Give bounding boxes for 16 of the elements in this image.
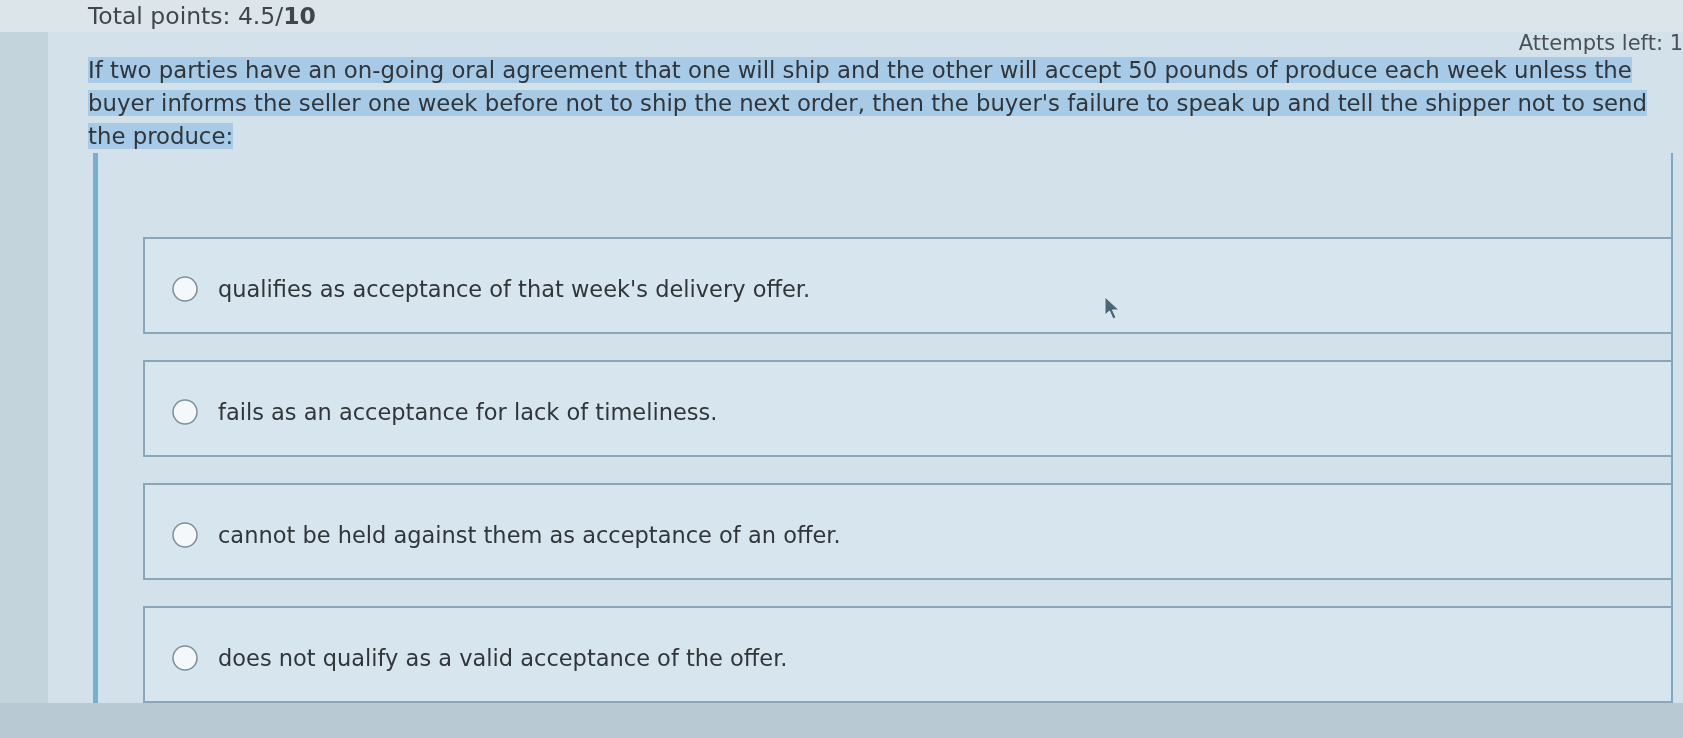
question-text: If two parties have an on-going oral agreement that one will ship and the other will accept 50 pounds of produce each week unless the buyer informs the seller one week before not to ship the next order, then the buyer's failure to speak up and tell the shipper not to send the produce: — [88, 56, 1648, 151]
answer-option[interactable]: fails as an acceptance for lack of timeliness. — [143, 360, 1671, 457]
answer-option[interactable]: qualifies as acceptance of that week's delivery offer. — [143, 237, 1671, 334]
option-label: fails as an acceptance for lack of timeliness. — [218, 397, 718, 427]
mouse-pointer-icon — [1104, 296, 1122, 320]
radio-button[interactable] — [172, 398, 198, 425]
attempts-left: Attempts left: 1 — [1518, 32, 1683, 54]
radio-button[interactable] — [172, 521, 198, 548]
total-points: Total points: 4.5/10 — [88, 1, 316, 32]
option-label: qualifies as acceptance of that week's delivery offer. — [218, 274, 811, 304]
answer-option[interactable]: cannot be held against them as acceptance of an offer. — [143, 483, 1671, 580]
radio-button[interactable] — [172, 275, 198, 302]
option-label: cannot be held against them as acceptance of an offer. — [218, 520, 841, 550]
radio-button[interactable] — [172, 644, 198, 671]
answer-option[interactable]: does not qualify as a valid acceptance of the offer. — [143, 606, 1671, 703]
option-label: does not qualify as a valid acceptance of the offer. — [218, 643, 788, 673]
